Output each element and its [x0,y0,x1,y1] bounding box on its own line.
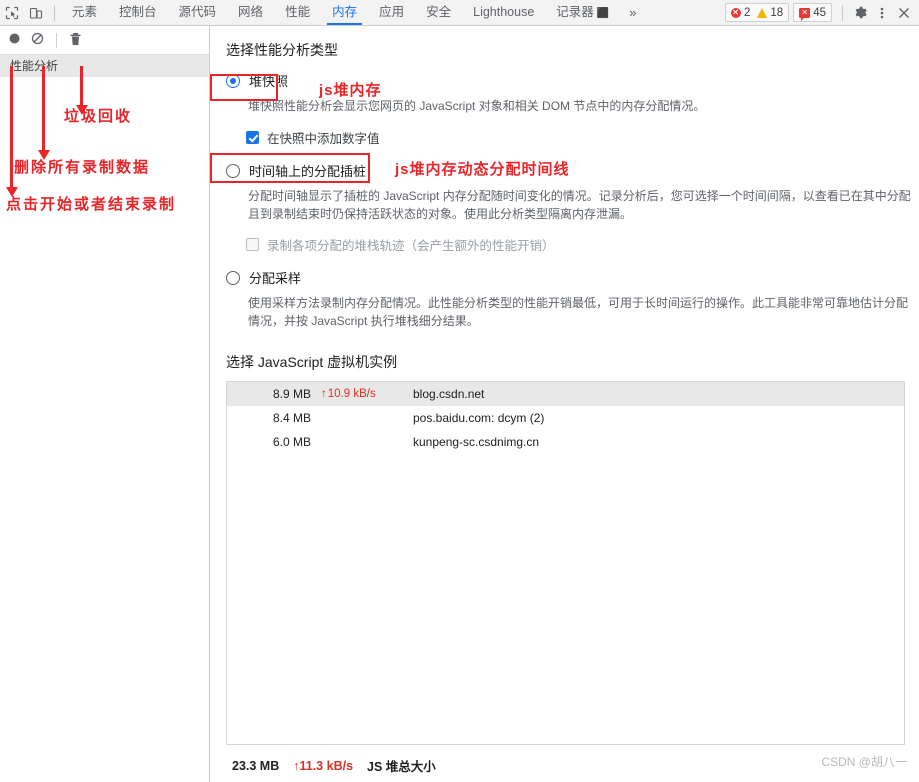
device-toolbar-icon[interactable] [24,2,48,24]
close-icon[interactable] [893,2,915,24]
tab-label: 内存 [332,5,358,19]
tab-network[interactable]: 网络 [227,0,274,25]
tab-memory[interactable]: 内存 [321,0,368,25]
option-allocation-timeline[interactable]: 时间轴上的分配插桩 [226,161,919,180]
inspect-element-icon[interactable] [0,2,24,24]
checkbox-row-stack-traces[interactable]: 录制各项分配的堆栈轨迹（会产生额外的性能开销） [246,235,919,254]
more-tabs-chevron-icon[interactable]: » [620,5,645,20]
vm-name: blog.csdn.net [413,387,485,401]
vm-rate-value: 10.9 kB/s [327,388,376,400]
issues-counter-badge[interactable]: 2 18 [725,3,790,22]
annotation-label-allocation-timeline: js堆内存动态分配时间线 [395,161,570,178]
heap-totals: 23.3 MB ↑11.3 kB/s JS 堆总大小 [232,756,919,775]
vm-size: 6.0 MB [272,435,311,449]
devtools-toolbar: 元素 控制台 源代码 网络 性能 内存 应用 安全 Lighthouse 记录器… [0,0,919,26]
option-label: 分配采样 [249,271,302,286]
tab-label: 元素 [72,5,98,19]
tab-label: 控制台 [119,5,157,19]
memory-profile-panel: 选择性能分析类型 堆快照 堆快照性能分析会显示您网页的 JavaScript 对… [210,26,919,782]
vm-list-item[interactable]: 8.4 MB pos.baidu.com: dcym (2) [227,406,904,430]
radio-heap-snapshot[interactable] [226,73,240,88]
vm-size: 8.4 MB [272,411,311,425]
tab-label: 性能 [285,5,311,19]
error-icon [731,7,741,18]
vm-name: pos.baidu.com: dcym (2) [413,411,545,425]
tab-label: 源代码 [178,5,217,19]
warning-count: 18 [770,6,784,19]
tab-lighthouse[interactable]: Lighthouse [462,0,545,25]
devtools-body: 性能分析 垃圾回收 删除所有录制数据 点击开始或者结束录制 选择性能分析类型 堆… [0,26,919,782]
warning-icon [757,7,768,18]
option-label: 堆快照 [249,74,289,89]
message-bubble-icon: ✕ [799,7,811,21]
checkbox-row-numeric-values[interactable]: 在快照中添加数字值 [246,128,919,147]
tab-console[interactable]: 控制台 [108,0,168,25]
sidebar-item-label: 性能分析 [10,59,59,73]
total-label: JS 堆总大小 [367,760,436,774]
option-label: 时间轴上的分配插桩 [249,164,367,179]
tab-label: 记录器 [556,5,594,19]
vm-list-item[interactable]: 8.9 MB ↑10.9 kB/s blog.csdn.net [227,382,904,406]
tab-recorder[interactable]: 记录器 ⬛ [545,0,620,25]
total-rate: ↑11.3 kB/s [293,759,353,773]
checkbox-label: 在快照中添加数字值 [267,132,380,146]
annotation-arrow-record [5,66,18,197]
panel-tabs: 元素 控制台 源代码 网络 性能 内存 应用 安全 Lighthouse 记录器… [61,0,646,25]
gear-icon[interactable] [849,2,871,24]
annotation-label-heap-snapshot: js堆内存 [319,82,382,99]
watermark: CSDN @胡八一 [821,755,907,769]
tab-sources[interactable]: 源代码 [168,0,228,25]
vm-list-item[interactable]: 6.0 MB kunpeng-sc.csdnimg.cn [227,430,904,454]
total-rate-value: 11.3 kB/s [299,758,354,773]
error-count: 2 [744,6,751,19]
annotation-text-trash: 垃圾回收 [64,108,133,125]
checkbox-label: 录制各项分配的堆栈轨迹（会产生额外的性能开销） [267,239,555,253]
tab-security[interactable]: 安全 [415,0,462,25]
profiles-sidebar-toolbar [0,26,209,55]
messages-counter-badge[interactable]: ✕ 45 [793,3,832,22]
vm-instance-list[interactable]: 8.9 MB ↑10.9 kB/s blog.csdn.net 8.4 MB p… [226,381,905,745]
profile-type-title: 选择性能分析类型 [226,42,338,58]
more-vertical-icon[interactable] [871,2,893,24]
toolbar-right-group: 2 18 ✕ 45 [725,2,919,24]
profiles-sidebar: 性能分析 垃圾回收 删除所有录制数据 点击开始或者结束录制 [0,26,210,782]
tab-label: 应用 [379,5,405,19]
tab-performance[interactable]: 性能 [274,0,321,25]
record-circle-icon[interactable] [8,32,21,48]
tab-label: Lighthouse [473,5,535,19]
tab-label: 网络 [238,5,264,19]
vm-size: 8.9 MB [272,387,311,401]
tab-label: 安全 [426,5,452,19]
annotation-text-record: 点击开始或者结束录制 [6,196,177,213]
option-allocation-timeline-desc: 分配时间轴显示了插桩的 JavaScript 内存分配随时间变化的情况。记录分析… [248,189,911,221]
radio-allocation-timeline[interactable] [226,163,240,178]
annotation-text-clear: 删除所有录制数据 [14,159,151,176]
option-allocation-sampling-desc: 使用采样方法录制内存分配情况。此性能分析类型的性能开销最低，可用于长时间运行的操… [248,296,909,328]
toolbar-divider-right [842,4,843,21]
sidebar-toolbar-divider [56,32,57,48]
vm-name: kunpeng-sc.csdnimg.cn [413,435,540,449]
toolbar-divider [54,4,55,21]
tab-application[interactable]: 应用 [368,0,415,25]
trash-icon[interactable] [69,32,82,49]
sidebar-item-profiles[interactable]: 性能分析 [0,55,209,77]
message-count: 45 [813,6,826,19]
annotation-arrow-clear [37,66,50,160]
checkbox-snapshot-numeric[interactable] [246,131,259,144]
annotation-arrow-trash [75,66,88,115]
up-arrow-icon: ↑ [321,388,327,400]
checkbox-stack-traces[interactable] [246,238,259,251]
option-allocation-sampling[interactable]: 分配采样 [226,268,919,287]
clear-forbidden-icon[interactable] [31,32,44,48]
recorder-badge-icon: ⬛ [596,8,610,19]
radio-allocation-sampling[interactable] [226,270,240,285]
vm-rate: ↑10.9 kB/s [321,388,399,400]
total-size: 23.3 MB [232,758,280,773]
vm-instance-title: 选择 JavaScript 虚拟机实例 [226,354,398,370]
tab-elements[interactable]: 元素 [61,0,108,25]
